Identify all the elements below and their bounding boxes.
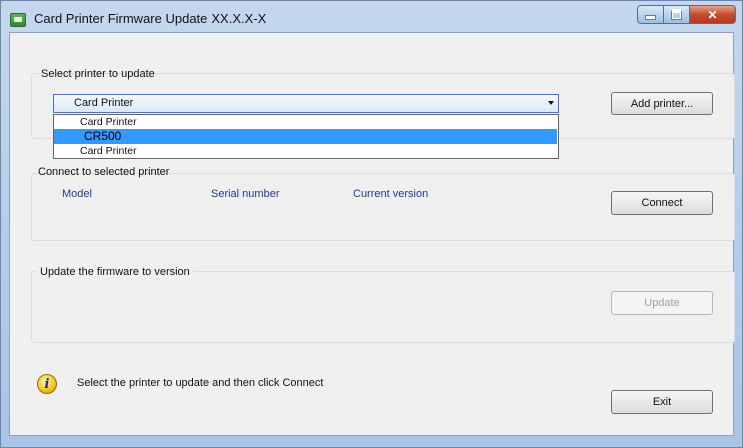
minimize-button[interactable] <box>637 5 664 24</box>
app-window: Card Printer Firmware Update XX.X.X-X ✕ S… <box>0 0 743 448</box>
dropdown-option-0[interactable]: Card Printer <box>54 116 557 129</box>
column-current-version: Current version <box>353 188 429 200</box>
status-message: Select the printer to update and then cl… <box>77 377 324 389</box>
info-icon: i <box>37 374 59 396</box>
add-printer-button[interactable]: Add printer... <box>611 92 713 115</box>
app-icon <box>10 13 26 27</box>
dropdown-option-2[interactable]: Card Printer <box>54 145 557 158</box>
update-button[interactable]: Update <box>611 291 713 315</box>
close-icon: ✕ <box>707 7 718 22</box>
printer-select-value: Card Printer <box>74 97 134 109</box>
connect-label: Connect to selected printer <box>38 166 170 178</box>
window-title-version: XX.X.X-X <box>211 11 267 26</box>
title-bar[interactable]: Card Printer Firmware Update XX.X.X-X ✕ <box>1 1 742 33</box>
select-printer-label: Select printer to update <box>41 68 155 80</box>
update-label: Update the firmware to version <box>37 266 193 278</box>
caption-buttons: ✕ <box>637 5 736 25</box>
exit-button[interactable]: Exit <box>611 390 713 414</box>
column-serial-number: Serial number <box>211 188 280 200</box>
info-icon-glyph: i <box>37 374 57 394</box>
column-model: Model <box>62 188 92 200</box>
maximize-icon <box>671 9 682 20</box>
window-title: Card Printer Firmware Update XX.X.X-X <box>34 11 266 26</box>
chevron-down-icon[interactable] <box>548 101 554 105</box>
minimize-icon <box>645 15 656 20</box>
dropdown-option-1[interactable]: CR500 <box>54 129 557 144</box>
window-title-label: Card Printer Firmware Update <box>34 11 208 26</box>
maximize-button[interactable] <box>664 5 690 24</box>
printer-select[interactable]: Card Printer <box>53 94 559 113</box>
printer-dropdown-list: Card Printer CR500 Card Printer <box>53 114 559 159</box>
connect-button[interactable]: Connect <box>611 191 713 215</box>
close-button[interactable]: ✕ <box>690 5 736 24</box>
